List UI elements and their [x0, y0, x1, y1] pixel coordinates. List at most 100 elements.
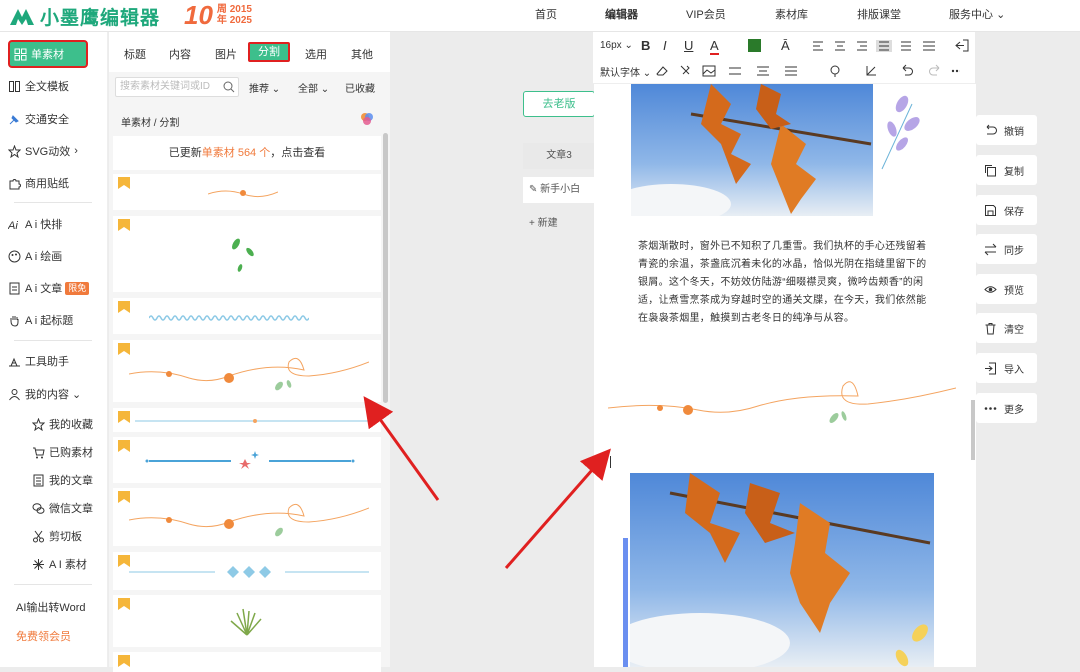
material-card[interactable]	[113, 652, 381, 672]
tab-title[interactable]: 标题	[124, 46, 146, 62]
sidebar-item-clipboard[interactable]: 剪切板	[32, 526, 82, 546]
font-family-select[interactable]: 默认字体 ⌄	[600, 64, 651, 79]
tab-content[interactable]: 内容	[169, 46, 191, 62]
text-effect-button[interactable]: Ā	[781, 38, 790, 53]
material-card[interactable]	[113, 552, 381, 590]
sidebar-item-ai-article[interactable]: A i 文章 限免	[8, 278, 89, 298]
nav-course[interactable]: 排版课堂	[857, 0, 901, 32]
material-card[interactable]	[113, 437, 381, 483]
sidebar-item-tools[interactable]: 工具助手	[8, 351, 69, 371]
nav-vip[interactable]: VIP会员	[686, 0, 726, 32]
save-button[interactable]: 保存	[976, 195, 1037, 225]
material-card[interactable]	[113, 340, 381, 402]
notice-post: ，点击查看	[270, 147, 325, 159]
format-icons-row[interactable]	[655, 64, 960, 78]
exit-icon[interactable]	[955, 39, 969, 52]
nav-home[interactable]: 首页	[535, 0, 557, 32]
material-card[interactable]	[113, 174, 381, 210]
autumn-leaves-image-2[interactable]	[630, 473, 934, 667]
sidebar-item-my-articles[interactable]: 我的文章	[32, 470, 93, 490]
ai-icon: Ai	[8, 218, 21, 231]
tab-image[interactable]: 图片	[215, 46, 237, 62]
nav-service-label: 服务中心	[949, 9, 993, 21]
wechat-icon	[32, 502, 45, 515]
font-size-select[interactable]: 16px ⌄	[600, 40, 633, 51]
sidebar-item-label: 微信文章	[49, 500, 93, 516]
sidebar-item-ai-material[interactable]: A I 素材	[32, 554, 87, 574]
filter-recommend[interactable]: 推荐 ⌄	[249, 80, 280, 95]
document-scrollbar[interactable]	[971, 400, 975, 460]
save-label: 保存	[1004, 203, 1024, 218]
sidebar-item-ai-to-word[interactable]: AI输出转Word	[16, 597, 85, 617]
sidebar-item-label: 全文模板	[25, 78, 69, 94]
material-card[interactable]	[113, 595, 381, 647]
bold-button[interactable]: B	[641, 38, 650, 53]
divider-line	[135, 418, 375, 424]
tab-selected[interactable]: 选用	[305, 46, 327, 62]
scissors-icon	[32, 530, 45, 543]
sync-button[interactable]: 同步	[976, 234, 1037, 264]
article-item-new-user[interactable]: ✎ 新手小白	[523, 177, 595, 203]
search-input[interactable]: 搜索素材关键词或ID	[115, 77, 239, 97]
sidebar-item-ai-layout[interactable]: Ai A i 快排	[8, 214, 62, 234]
preview-button[interactable]: 预览	[976, 274, 1037, 304]
brand-logo[interactable]: 小墨鹰编辑器	[8, 3, 160, 29]
trash-icon	[984, 322, 997, 335]
more-button[interactable]: 更多	[976, 393, 1037, 423]
autumn-leaves-image[interactable]	[631, 84, 873, 216]
bookmark-flag-icon	[117, 410, 131, 424]
sidebar-item-wechat-articles[interactable]: 微信文章	[32, 498, 93, 518]
new-article-button[interactable]: + 新建	[523, 211, 595, 237]
sidebar-item-svg-animation[interactable]: SVG动效 ›	[8, 141, 78, 161]
sidebar-item-label: A i 起标题	[25, 312, 73, 328]
material-tabs: 标题 内容 图片 分割 选用 其他	[109, 32, 390, 72]
cart-icon	[32, 446, 45, 459]
search-icon[interactable]	[223, 81, 235, 93]
undo-button[interactable]: 撤销	[976, 115, 1037, 145]
sidebar-item-ai-title[interactable]: A i 起标题	[8, 310, 73, 330]
panel-scrollbar[interactable]	[383, 133, 388, 403]
italic-button[interactable]: I	[663, 38, 667, 53]
article-paragraph[interactable]: 茶烟渐散时，窗外已不知积了几重雪。我们执杯的手心还残留着青瓷的余温，茶盏底沉着未…	[638, 238, 928, 328]
sidebar-item-purchased[interactable]: 已购素材	[32, 442, 93, 462]
tab-divider[interactable]: 分割	[248, 42, 290, 62]
notice-pre: 已更新	[169, 147, 202, 159]
sidebar-item-ai-painting[interactable]: A i 绘画	[8, 246, 62, 266]
old-version-button[interactable]: 去老版	[523, 91, 595, 117]
tab-other[interactable]: 其他	[351, 46, 373, 62]
copy-button[interactable]: 复制	[976, 155, 1037, 185]
filter-all[interactable]: 全部 ⌄	[298, 80, 329, 95]
doc-icon	[8, 282, 21, 295]
nav-service[interactable]: 服务中心 ⌄	[949, 0, 1005, 32]
underline-button[interactable]: U	[684, 38, 693, 53]
color-palette-icon[interactable]	[360, 112, 374, 126]
align-buttons[interactable]	[813, 40, 953, 52]
sidebar-item-single-material[interactable]: 单素材	[8, 40, 88, 68]
update-notice[interactable]: 已更新单素材 564 个，点击查看	[113, 136, 381, 170]
divider-grass	[227, 607, 267, 637]
undo-icon	[984, 124, 997, 137]
import-button[interactable]: 导入	[976, 353, 1037, 383]
nav-editor[interactable]: 编辑器	[605, 0, 638, 32]
sidebar-item-my-favorites[interactable]: 我的收藏	[32, 414, 93, 434]
document-canvas[interactable]: 茶烟渐散时，窗外已不知积了几重雪。我们执杯的手心还残留着青瓷的余温，茶盏底沉着未…	[594, 84, 976, 667]
sidebar-item-my-content[interactable]: 我的内容 ⌄	[8, 384, 81, 404]
clear-button[interactable]: 清空	[976, 313, 1037, 343]
sidebar-item-free-vip[interactable]: 免费领会员	[16, 626, 71, 646]
nav-materials[interactable]: 素材库	[775, 0, 808, 32]
material-card[interactable]	[113, 216, 381, 292]
copy-icon	[984, 164, 997, 177]
font-color-button[interactable]: A	[710, 38, 719, 55]
sidebar-item-full-template[interactable]: 全文模板	[8, 76, 69, 96]
material-card[interactable]	[113, 298, 381, 334]
material-card[interactable]	[113, 408, 381, 432]
sidebar-item-commercial-sticker[interactable]: 商用贴纸	[8, 173, 69, 193]
article-item[interactable]: 文章3	[523, 143, 595, 169]
sidebar-item-label: A I 素材	[49, 556, 87, 572]
sidebar-item-traffic-safety[interactable]: 交通安全	[8, 109, 69, 129]
filter-collected[interactable]: 已收藏	[345, 80, 375, 95]
material-card[interactable]	[113, 488, 381, 546]
highlight-color-button[interactable]	[748, 39, 761, 52]
divider-wave	[149, 314, 309, 322]
inserted-divider-flower-swirl[interactable]	[608, 372, 956, 432]
